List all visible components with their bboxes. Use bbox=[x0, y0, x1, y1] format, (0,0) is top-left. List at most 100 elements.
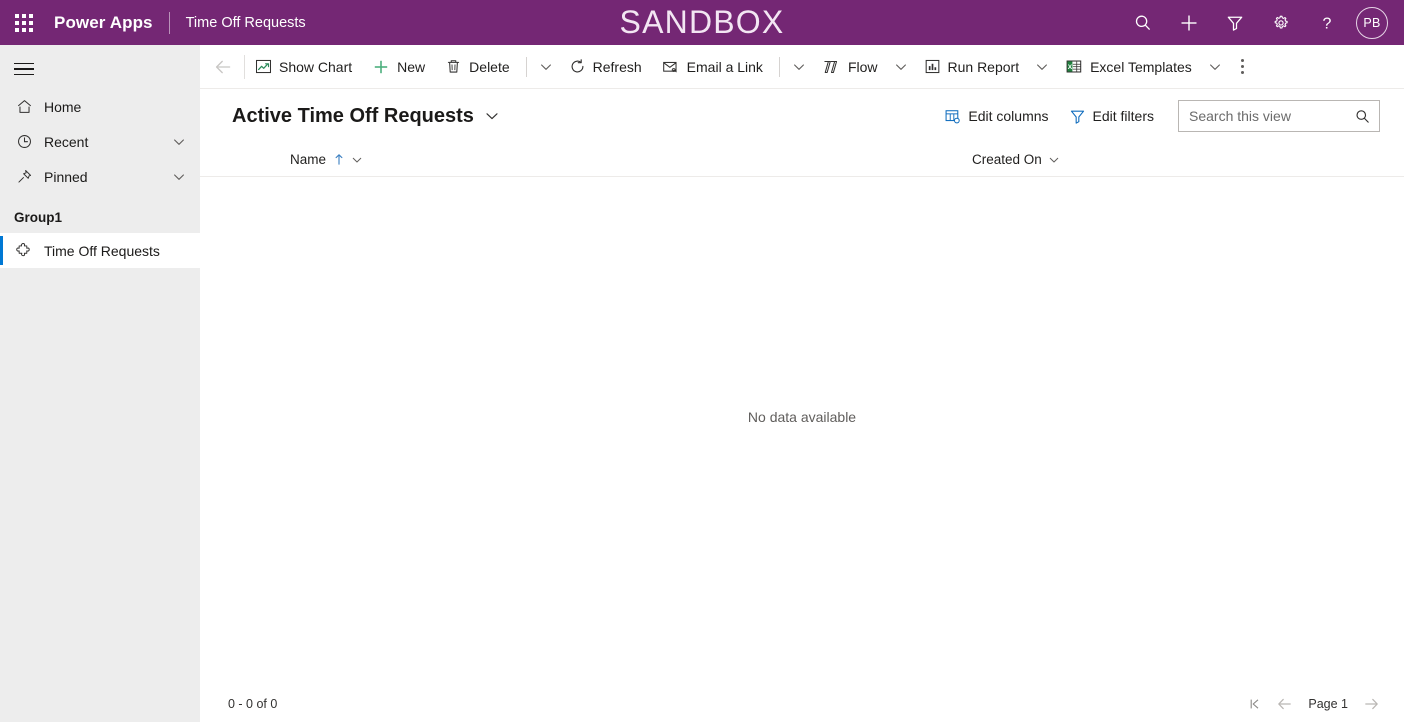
sidebar-item-time-off-requests[interactable]: Time Off Requests bbox=[0, 233, 200, 268]
app-name-label[interactable]: Time Off Requests bbox=[186, 15, 306, 31]
sidebar-item-recent[interactable]: Recent bbox=[0, 124, 200, 159]
puzzle-icon bbox=[14, 241, 34, 261]
back-button[interactable] bbox=[202, 45, 244, 89]
delete-button[interactable]: Delete bbox=[435, 45, 519, 89]
app-body: Home Recent Pinned Group1 Time Off Reque… bbox=[0, 45, 1404, 722]
flow-button[interactable]: Flow bbox=[812, 45, 888, 89]
gear-icon bbox=[1274, 15, 1288, 28]
grid-footer: 0 - 0 of 0 Page 1 bbox=[200, 686, 1404, 722]
edit-filters-button[interactable]: Edit filters bbox=[1059, 100, 1164, 132]
sidebar-group-label: Group1 bbox=[14, 210, 63, 225]
svg-text:?: ? bbox=[1323, 15, 1332, 32]
command-label: Show Chart bbox=[279, 58, 353, 75]
sidebar-item-home[interactable]: Home bbox=[0, 89, 200, 124]
trash-icon bbox=[445, 58, 462, 75]
edit-columns-button[interactable]: Edit columns bbox=[934, 100, 1058, 132]
run-report-caret[interactable] bbox=[1029, 45, 1055, 89]
flow-icon bbox=[822, 58, 841, 76]
first-page-button[interactable] bbox=[1240, 689, 1270, 719]
search-view-box[interactable] bbox=[1178, 100, 1380, 132]
flow-caret[interactable] bbox=[888, 45, 914, 89]
hamburger-icon bbox=[14, 59, 34, 80]
excel-templates-caret[interactable] bbox=[1202, 45, 1228, 89]
more-commands-button[interactable] bbox=[1228, 45, 1258, 89]
sitemap-toggle-button[interactable] bbox=[0, 49, 200, 89]
previous-page-button[interactable] bbox=[1270, 689, 1300, 719]
clock-icon bbox=[14, 132, 34, 152]
delete-overflow-caret[interactable] bbox=[533, 45, 559, 89]
chevron-down-icon[interactable] bbox=[172, 170, 186, 184]
command-label: New bbox=[397, 58, 426, 75]
show-chart-button[interactable]: Show Chart bbox=[245, 45, 362, 89]
header-filter-button[interactable] bbox=[1212, 0, 1258, 45]
chevron-down-icon bbox=[895, 63, 906, 70]
header-divider bbox=[168, 11, 170, 34]
command-label: Delete bbox=[469, 58, 510, 75]
sidebar-item-label: Time Off Requests bbox=[44, 242, 160, 259]
edit-filters-label: Edit filters bbox=[1092, 108, 1154, 124]
email-a-link-button[interactable]: Email a Link bbox=[652, 45, 773, 89]
column-header-created-on[interactable]: Created On bbox=[972, 143, 1060, 177]
command-label: Refresh bbox=[592, 58, 642, 75]
sidebar-item-pinned[interactable]: Pinned bbox=[0, 159, 200, 194]
chevron-down-icon bbox=[1037, 63, 1048, 70]
excel-icon: X bbox=[1065, 58, 1083, 75]
sidebar-item-label: Recent bbox=[44, 133, 89, 150]
grid-header-row: Name Created On bbox=[200, 143, 1404, 177]
email-a-link-caret[interactable] bbox=[786, 45, 812, 89]
sidebar-item-label: Pinned bbox=[44, 168, 88, 185]
run-report-button[interactable]: Run Report bbox=[914, 45, 1030, 89]
search-icon[interactable] bbox=[1354, 108, 1371, 125]
power-apps-window: Power Apps Time Off Requests SANDBOX ? P… bbox=[0, 0, 1404, 722]
chevron-down-icon bbox=[1209, 63, 1220, 70]
header-search-button[interactable] bbox=[1120, 0, 1166, 45]
search-icon bbox=[1135, 15, 1151, 30]
environment-banner-text: SANDBOX bbox=[619, 4, 785, 40]
command-label: Flow bbox=[847, 58, 878, 75]
excel-templates-button[interactable]: X Excel Templates bbox=[1055, 45, 1202, 89]
chart-icon bbox=[255, 58, 272, 75]
brand-title[interactable]: Power Apps bbox=[48, 13, 153, 33]
home-icon bbox=[14, 97, 34, 117]
empty-state-message: No data available bbox=[747, 408, 857, 425]
next-page-button[interactable] bbox=[1356, 689, 1386, 719]
column-header-name[interactable]: Name bbox=[232, 143, 972, 177]
view-header-actions: Edit columns Edit filters bbox=[934, 100, 1380, 132]
view-header: Active Time Off Requests Edit columns Ed… bbox=[200, 89, 1404, 143]
header-help-button[interactable]: ? bbox=[1304, 0, 1350, 45]
user-avatar[interactable]: PB bbox=[1356, 6, 1388, 39]
page-number-label: Page 1 bbox=[1308, 697, 1348, 711]
search-input[interactable] bbox=[1189, 108, 1354, 124]
header-settings-button[interactable] bbox=[1258, 0, 1304, 45]
help-icon: ? bbox=[1323, 15, 1332, 32]
pin-icon bbox=[14, 167, 34, 187]
email-link-icon bbox=[662, 58, 680, 76]
ellipsis-dot bbox=[1241, 71, 1245, 74]
first-page-icon bbox=[1251, 699, 1259, 709]
grid-body: No data available bbox=[200, 177, 1404, 686]
column-label: Name bbox=[290, 152, 327, 167]
column-label: Created On bbox=[972, 152, 1042, 167]
chevron-down-icon[interactable] bbox=[351, 154, 363, 166]
app-launcher-button[interactable] bbox=[0, 0, 48, 45]
new-button[interactable]: New bbox=[362, 45, 435, 89]
command-bar: Show Chart New Delete Refresh Email a Li… bbox=[200, 45, 1404, 89]
plus-icon bbox=[1181, 15, 1197, 30]
pagination-controls: Page 1 bbox=[1240, 689, 1386, 719]
chevron-down-icon[interactable] bbox=[172, 135, 186, 149]
page-title: Active Time Off Requests bbox=[232, 104, 474, 127]
ellipsis-dot bbox=[1241, 65, 1245, 68]
refresh-button[interactable]: Refresh bbox=[559, 45, 652, 89]
svg-text:X: X bbox=[1068, 64, 1073, 71]
header-new-button[interactable] bbox=[1166, 0, 1212, 45]
command-label: Email a Link bbox=[686, 58, 763, 75]
ellipsis-dot bbox=[1241, 59, 1245, 62]
chevron-down-icon[interactable] bbox=[1048, 154, 1060, 166]
command-separator bbox=[525, 56, 527, 77]
edit-columns-icon bbox=[944, 108, 961, 125]
waffle-icon bbox=[15, 13, 33, 32]
back-arrow-icon bbox=[215, 60, 231, 73]
sidebar-item-label: Home bbox=[44, 98, 82, 115]
main-content: Show Chart New Delete Refresh Email a Li… bbox=[200, 45, 1404, 722]
view-selector-button[interactable] bbox=[484, 108, 500, 124]
